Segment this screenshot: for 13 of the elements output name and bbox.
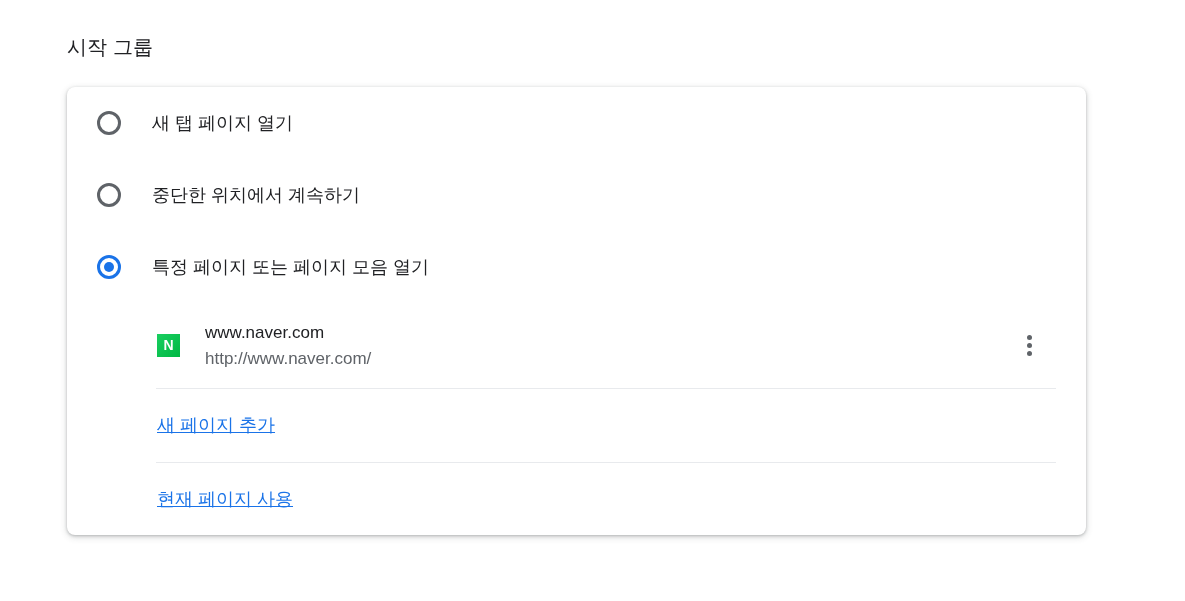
- radio-button[interactable]: [97, 183, 121, 207]
- page-title: www.naver.com: [205, 321, 326, 344]
- site-favicon-icon: N: [157, 334, 180, 357]
- page-url: http://www.naver.com/: [205, 347, 373, 370]
- more-options-icon[interactable]: [1027, 335, 1032, 356]
- use-current-pages-link[interactable]: 현재 페이지 사용: [157, 485, 293, 513]
- radio-button[interactable]: [97, 255, 121, 279]
- section-title: 시작 그룹: [67, 35, 154, 60]
- option-label: 특정 페이지 또는 페이지 모음 열기: [152, 255, 429, 279]
- option-label: 중단한 위치에서 계속하기: [152, 183, 360, 207]
- option-label: 새 탭 페이지 열기: [152, 111, 293, 135]
- add-page-link[interactable]: 새 페이지 추가: [157, 412, 275, 439]
- radio-button[interactable]: [97, 111, 121, 135]
